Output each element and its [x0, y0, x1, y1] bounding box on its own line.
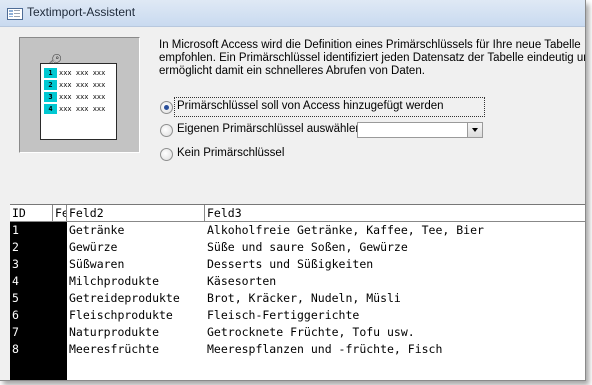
illustration-row: 2 xxx xxx xxx: [44, 80, 113, 90]
option-label: Eigenen Primärschlüssel auswählen: [177, 123, 362, 135]
radio-button[interactable]: [160, 124, 173, 137]
table-row[interactable]: 7 7 Naturprodukte Getrocknete Früchte, T…: [10, 324, 585, 341]
import-wizard-window: Textimport-Assistent 🔑︎ 1 xxx xxx xxx 2 …: [0, 0, 586, 381]
table-row[interactable]: 2 2 Gewürze Süße und saure Soßen, Gewürz…: [10, 239, 585, 256]
table-row[interactable]: 6 6 Fleischprodukte Fleisch-Fertiggerich…: [10, 307, 585, 324]
description-text: In Microsoft Access wird die Definition …: [159, 39, 586, 77]
table-row[interactable]: 3 3 Süßwaren Desserts und Süßigkeiten: [10, 256, 585, 273]
table-row[interactable]: 5 5 Getreideprodukte Brot, Kräcker, Nude…: [10, 290, 585, 307]
illustration-row: 3 xxx xxx xxx: [44, 92, 113, 102]
title-bar[interactable]: Textimport-Assistent: [0, 0, 585, 27]
table-window-icon: [7, 8, 23, 20]
primary-key-field-select[interactable]: [357, 122, 483, 138]
column-header-id[interactable]: ID: [10, 205, 53, 221]
illustration-row: 1 xxx xxx xxx: [44, 68, 113, 78]
illustration-row: 4 xxx xxx xxx: [44, 104, 113, 114]
table-row[interactable]: 8 8 Meeresfrüchte Meerespflanzen und -fr…: [10, 341, 585, 358]
chevron-down-icon[interactable]: [467, 123, 482, 137]
table-row[interactable]: 4 4 Milchprodukte Käsesorten: [10, 273, 585, 290]
grid-header: ID Fe Feld2 Feld3: [10, 205, 585, 222]
option-label: Primärschlüssel soll von Access hinzugef…: [177, 100, 444, 112]
column-header-feld2[interactable]: Feld2: [67, 205, 205, 221]
table-illustration-icon: 1 xxx xxx xxx 2 xxx xxx xxx 3 xxx xxx xx…: [40, 63, 117, 140]
data-preview-grid[interactable]: ID Fe Feld2 Feld3 1 1 Getränke Alkoholfr…: [10, 204, 585, 380]
radio-button[interactable]: [160, 148, 173, 161]
window-title: Textimport-Assistent: [27, 5, 136, 19]
column-header-feld1[interactable]: Fe: [53, 205, 67, 221]
column-header-feld3[interactable]: Feld3: [205, 205, 585, 221]
table-row[interactable]: 1 1 Getränke Alkoholfreie Getränke, Kaff…: [10, 222, 585, 239]
option-label: Kein Primärschlüssel: [177, 147, 285, 159]
radio-button-selected[interactable]: [160, 101, 173, 114]
primary-key-illustration: 🔑︎ 1 xxx xxx xxx 2 xxx xxx xxx 3 xxx xxx…: [19, 37, 140, 153]
